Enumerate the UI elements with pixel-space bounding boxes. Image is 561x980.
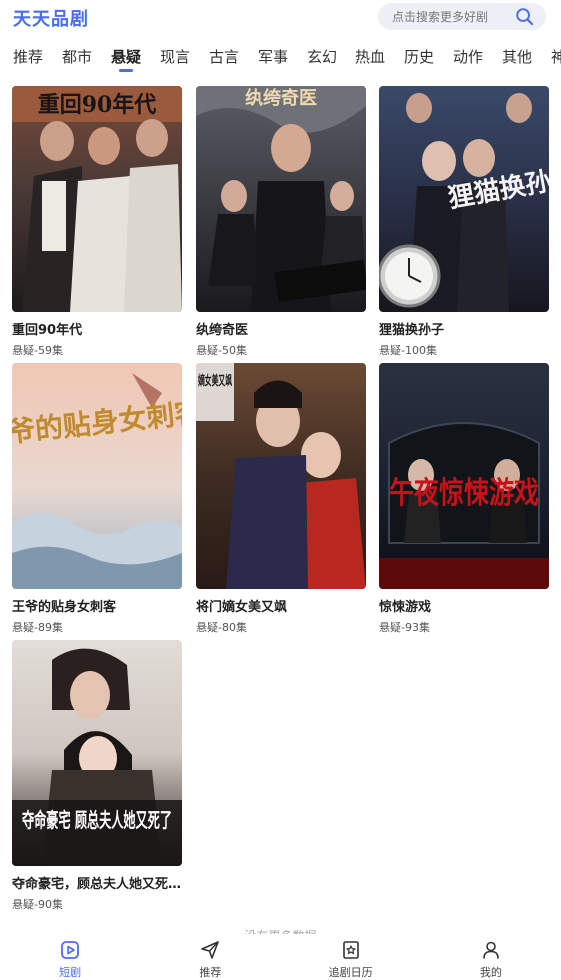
- tab-xianyan[interactable]: 现言: [160, 44, 190, 74]
- nav-label: 追剧日历: [328, 966, 373, 979]
- drama-meta: 悬疑-89集: [12, 621, 63, 634]
- nav-label: 我的: [479, 966, 502, 979]
- tab-label: 推荐: [13, 48, 44, 66]
- tab-guyan[interactable]: 古言: [209, 44, 239, 74]
- tab-dushi[interactable]: 都市: [62, 44, 92, 74]
- nav-item-duanju[interactable]: 短剧: [0, 934, 140, 980]
- calendar-star-icon: [342, 941, 359, 959]
- tab-xuanyi[interactable]: 悬疑: [111, 44, 141, 74]
- tab-label: 悬疑: [111, 48, 142, 66]
- drama-poster[interactable]: 重回90年代: [12, 86, 182, 312]
- tab-label: 动作: [453, 48, 484, 66]
- drama-card[interactable]: 纨绔奇医 纨绔奇医 悬疑-50集: [196, 86, 366, 358]
- search-placeholder[interactable]: 点击搜索更多好剧: [392, 8, 488, 25]
- tab-label: 现言: [160, 48, 191, 66]
- nav-item-tuijian[interactable]: 推荐: [140, 934, 280, 980]
- send-icon: [201, 941, 220, 959]
- search-box[interactable]: 点击搜索更多好剧: [378, 3, 546, 30]
- drama-meta: 悬疑-80集: [196, 621, 247, 634]
- drama-title[interactable]: 惊悚游戏: [379, 596, 549, 615]
- tab-qita[interactable]: 其他: [502, 44, 532, 74]
- drama-meta: 悬疑-90集: [12, 898, 63, 911]
- active-tab-indicator: [119, 69, 133, 72]
- tab-label: 神: [551, 48, 561, 66]
- tab-label: 军事: [258, 48, 289, 66]
- poster-title-text: 纨绔奇医: [245, 87, 317, 109]
- drama-title[interactable]: 纨绔奇医: [196, 319, 366, 338]
- nav-label: 推荐: [199, 966, 222, 979]
- drama-meta: 悬疑-100集: [379, 344, 437, 357]
- tab-lishi[interactable]: 历史: [404, 44, 434, 74]
- search-icon[interactable]: [515, 7, 534, 26]
- drama-card[interactable]: 重回90年代 重回90年代 悬疑-59集: [12, 86, 182, 358]
- poster-title-text: 夺命豪宅 顾总夫人她又死了: [21, 808, 172, 832]
- tab-tuijian[interactable]: 推荐: [13, 44, 43, 74]
- drama-card[interactable]: 夺命豪宅 顾总夫人她又死了 夺命豪宅，顾总夫人她又死... 悬疑-90集: [12, 640, 182, 912]
- drama-title[interactable]: 将门嫡女美又飒: [196, 596, 366, 615]
- top-bar: 天天品剧 点击搜索更多好剧: [0, 0, 561, 36]
- drama-card[interactable]: 王爷的贴身女刺客 王爷的贴身女刺客 悬疑-89集: [12, 363, 182, 635]
- tab-label: 其他: [502, 48, 533, 66]
- poster-title-text: 午夜惊悚游戏: [389, 476, 539, 511]
- poster-title-text: 嫡女美又飒: [198, 373, 232, 389]
- app-title: 天天品剧: [13, 9, 89, 30]
- poster-title-text: 重回90年代: [38, 92, 157, 118]
- tab-label: 历史: [404, 48, 435, 66]
- user-icon: [483, 941, 499, 959]
- drama-title[interactable]: 夺命豪宅，顾总夫人她又死...: [12, 873, 182, 892]
- drama-card[interactable]: 狸猫换孙子 狸猫换孙子 悬疑-100集: [379, 86, 549, 358]
- tab-shen[interactable]: 神: [551, 44, 561, 74]
- drama-title[interactable]: 狸猫换孙子: [379, 319, 549, 338]
- nav-item-wode[interactable]: 我的: [421, 934, 561, 980]
- drama-poster[interactable]: 纨绔奇医: [196, 86, 366, 312]
- drama-meta: 悬疑-93集: [379, 621, 430, 634]
- drama-poster[interactable]: 王爷的贴身女刺客: [12, 363, 182, 589]
- drama-meta: 悬疑-50集: [196, 344, 247, 357]
- nav-item-zhuiju-rili[interactable]: 追剧日历: [281, 934, 421, 980]
- drama-card[interactable]: 午夜惊悚游戏 惊悚游戏 悬疑-93集: [379, 363, 549, 635]
- tab-label: 古言: [209, 48, 240, 66]
- play-icon: [61, 941, 80, 959]
- drama-title[interactable]: 王爷的贴身女刺客: [12, 596, 182, 615]
- tab-label: 热血: [355, 48, 386, 66]
- drama-poster[interactable]: 狸猫换孙子: [379, 86, 549, 312]
- drama-title[interactable]: 重回90年代: [12, 319, 182, 338]
- tab-junshi[interactable]: 军事: [258, 44, 288, 74]
- tab-dongzuo[interactable]: 动作: [453, 44, 483, 74]
- tab-rexue[interactable]: 热血: [355, 44, 385, 74]
- drama-meta: 悬疑-59集: [12, 344, 63, 357]
- tab-label: 玄幻: [307, 48, 338, 66]
- nav-label: 短剧: [59, 966, 82, 979]
- tab-label: 都市: [62, 48, 93, 66]
- drama-poster[interactable]: 夺命豪宅 顾总夫人她又死了: [12, 640, 182, 866]
- drama-poster[interactable]: 嫡女美又飒: [196, 363, 366, 589]
- category-tabs: 推荐 都市 悬疑 现言 古言 军事 玄幻 热血 历史 动作 其他 神: [0, 44, 561, 74]
- bottom-nav: 短剧 推荐 追剧日历 我的: [0, 934, 561, 980]
- drama-card[interactable]: 嫡女美又飒 将门嫡女美又飒 悬疑-80集: [196, 363, 366, 635]
- tab-xuanhuan[interactable]: 玄幻: [307, 44, 337, 74]
- drama-poster[interactable]: 午夜惊悚游戏: [379, 363, 549, 589]
